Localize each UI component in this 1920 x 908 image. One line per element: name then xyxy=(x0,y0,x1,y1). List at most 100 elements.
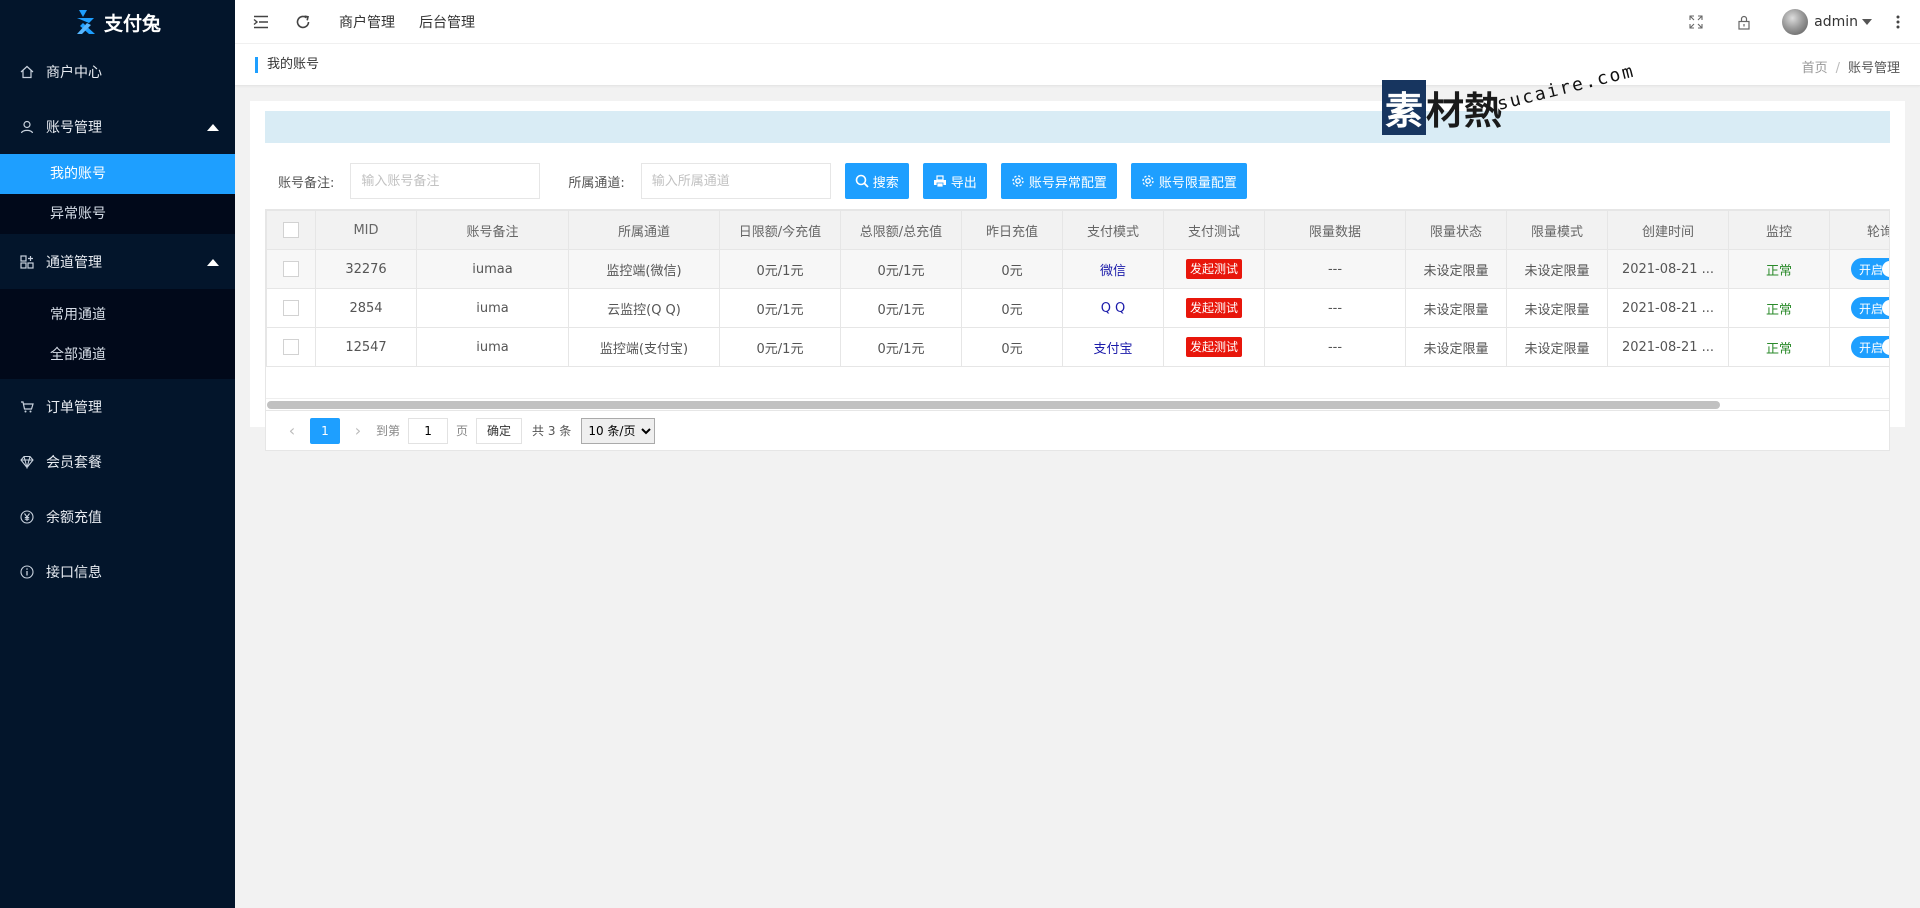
column-header[interactable]: MID xyxy=(315,210,417,250)
column-header[interactable]: 支付模式 xyxy=(1062,210,1164,250)
yen-icon xyxy=(20,509,34,524)
column-header[interactable]: 所属通道 xyxy=(568,210,720,250)
apps-icon xyxy=(20,254,34,269)
column-header[interactable]: 账号备注 xyxy=(416,210,569,250)
sidebar-item-label: 商户中心 xyxy=(46,64,102,81)
menu-fold-icon[interactable] xyxy=(251,12,271,32)
sidebar-item-my-accounts[interactable]: 我的账号 xyxy=(0,154,235,194)
horizontal-scrollbar[interactable] xyxy=(266,398,1889,410)
avatar[interactable] xyxy=(1782,9,1809,35)
cell-channel: 监控端(支付宝) xyxy=(568,327,720,367)
cell-channel: 云监控(Q Q) xyxy=(568,288,720,328)
sidebar-item-account-management[interactable]: 账号管理 xyxy=(0,99,235,154)
gear-icon xyxy=(1141,174,1155,188)
goto-confirm-button[interactable]: 确定 xyxy=(476,417,523,444)
cell-created: 2021-08-21 ... xyxy=(1607,288,1729,328)
cell-monitor: 正常 xyxy=(1728,327,1830,367)
page-title: 我的账号 xyxy=(255,57,319,73)
pay-mode-link[interactable]: Q Q xyxy=(1101,301,1126,316)
start-test-button[interactable]: 发起测试 xyxy=(1185,298,1242,318)
poll-toggle[interactable]: 开启 xyxy=(1851,297,1889,319)
submenu-account: 我的账号 异常账号 xyxy=(0,154,235,234)
column-header[interactable]: 昨日充值 xyxy=(961,210,1063,250)
column-header[interactable]: 轮询 xyxy=(1829,210,1889,250)
cell-poll: 开启 xyxy=(1829,288,1889,328)
sidebar-item-membership[interactable]: 会员套餐 xyxy=(0,434,235,489)
sidebar-item-all-channels[interactable]: 全部通道 xyxy=(0,335,235,375)
sidebar-item-order-management[interactable]: 订单管理 xyxy=(0,379,235,434)
gear-icon xyxy=(1011,174,1025,188)
home-icon xyxy=(20,65,34,79)
column-header[interactable]: 日限额/今充值 xyxy=(719,210,841,250)
row-select-cell[interactable] xyxy=(266,249,316,289)
cell-yesterday: 0元 xyxy=(961,249,1063,289)
cell-total: 0元/1元 xyxy=(840,327,962,367)
cell-mode: Q Q xyxy=(1062,288,1164,328)
remark-input[interactable] xyxy=(350,163,541,199)
watermark: 素材熱 sucaire.com xyxy=(1382,60,1682,148)
channel-input[interactable] xyxy=(640,163,831,199)
cell-mode: 微信 xyxy=(1062,249,1164,289)
fullscreen-icon[interactable] xyxy=(1686,12,1706,32)
user-menu[interactable]: admin xyxy=(1814,14,1872,30)
more-vertical-icon[interactable] xyxy=(1888,12,1908,32)
pagination: ‹ 1 › 到第 页 确定 共 3 条 10 条/页 xyxy=(265,411,1890,451)
sidebar-item-common-channels[interactable]: 常用通道 xyxy=(0,295,235,335)
watermark-cn-rest: 材熱 xyxy=(1426,89,1503,133)
column-header[interactable]: 创建时间 xyxy=(1607,210,1729,250)
row-checkbox[interactable] xyxy=(283,300,299,316)
column-header[interactable]: 支付测试 xyxy=(1163,210,1265,250)
page-size-select[interactable]: 10 条/页 xyxy=(581,417,656,444)
pay-mode-link[interactable]: 支付宝 xyxy=(1093,342,1132,357)
accounts-table: MID 账号备注 所属通道 日限额/今充值 总限额/总充值 昨日充值 支付模式 … xyxy=(265,209,1890,411)
column-header[interactable]: 限量数据 xyxy=(1264,210,1406,250)
header-right: admin xyxy=(1686,0,1908,44)
column-header[interactable]: 限量状态 xyxy=(1405,210,1507,250)
row-checkbox[interactable] xyxy=(283,339,299,355)
lock-icon[interactable] xyxy=(1734,12,1754,32)
column-header[interactable]: 总限额/总充值 xyxy=(840,210,962,250)
poll-toggle[interactable]: 开启 xyxy=(1851,336,1889,358)
row-select-cell[interactable] xyxy=(266,288,316,328)
sidebar-item-recharge[interactable]: 余额充值 xyxy=(0,489,235,544)
goto-label: 到第 xyxy=(376,424,401,438)
sidebar-item-label: 订单管理 xyxy=(46,399,102,416)
abnormal-config-button[interactable]: 账号异常配置 xyxy=(1000,163,1117,199)
select-all-checkbox[interactable] xyxy=(283,222,299,238)
app-logo[interactable]: 支付兔 xyxy=(0,0,235,44)
sidebar-item-api-info[interactable]: 接口信息 xyxy=(0,544,235,599)
cell-daily: 0元/1元 xyxy=(719,288,841,328)
page-button-current[interactable]: 1 xyxy=(310,417,340,444)
prev-page-icon[interactable]: ‹ xyxy=(282,421,302,440)
sidebar-item-merchant-center[interactable]: 商户中心 xyxy=(0,44,235,99)
pay-mode-link[interactable]: 微信 xyxy=(1100,264,1126,279)
cell-daily: 0元/1元 xyxy=(719,327,841,367)
scrollbar-thumb[interactable] xyxy=(267,401,1720,409)
goto-page-input[interactable] xyxy=(408,417,449,444)
column-header[interactable]: 限量模式 xyxy=(1506,210,1608,250)
poll-toggle[interactable]: 开启 xyxy=(1851,258,1889,280)
next-page-icon[interactable]: › xyxy=(348,421,368,440)
cell-mid: 12547 xyxy=(315,327,417,367)
total-count: 共 3 条 xyxy=(532,424,572,438)
select-all-cell[interactable] xyxy=(266,210,316,250)
sidebar-item-abnormal-accounts[interactable]: 异常账号 xyxy=(0,194,235,234)
sidebar-item-channel-management[interactable]: 通道管理 xyxy=(0,234,235,289)
export-button[interactable]: 导出 xyxy=(922,163,987,199)
cell-limit-mode: 未设定限量 xyxy=(1506,288,1608,328)
start-test-button[interactable]: 发起测试 xyxy=(1185,337,1242,357)
limit-config-button[interactable]: 账号限量配置 xyxy=(1130,163,1247,199)
monitor-status: 正常 xyxy=(1765,341,1792,357)
search-button[interactable]: 搜索 xyxy=(844,163,909,199)
row-checkbox[interactable] xyxy=(283,261,299,277)
cell-mode: 支付宝 xyxy=(1062,327,1164,367)
column-header[interactable]: 监控 xyxy=(1728,210,1830,250)
header-link-backend[interactable]: 后台管理 xyxy=(419,12,475,32)
row-select-cell[interactable] xyxy=(266,327,316,367)
start-test-button[interactable]: 发起测试 xyxy=(1185,259,1242,279)
cell-poll: 开启 xyxy=(1829,327,1889,367)
caret-up-icon xyxy=(207,123,219,131)
breadcrumb-home[interactable]: 首页 xyxy=(1802,61,1828,76)
header-link-merchant[interactable]: 商户管理 xyxy=(339,12,395,32)
refresh-icon[interactable] xyxy=(293,12,313,32)
